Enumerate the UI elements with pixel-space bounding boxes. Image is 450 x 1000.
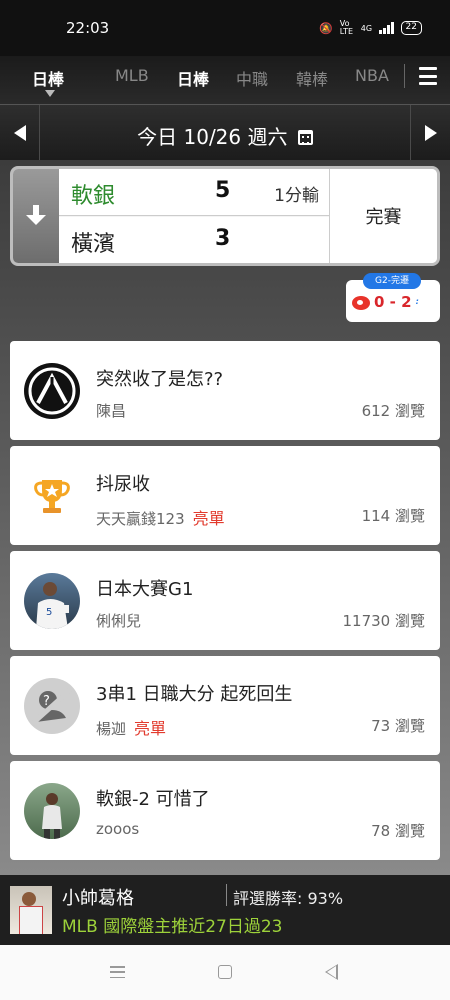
series-tag: G2-完遷 — [363, 273, 421, 289]
league-selector[interactable]: 日棒 — [32, 66, 64, 90]
status-time: 22:03 — [66, 19, 110, 37]
trophy-icon — [24, 468, 80, 524]
post-card[interactable]: 5 日本大賽G1 俐俐兒 11730 瀏覽 — [10, 551, 440, 650]
svg-text:5: 5 — [46, 607, 52, 618]
team-score: 5 — [215, 178, 231, 203]
series-score: 0 - 2 — [374, 293, 412, 311]
arrow-right-icon — [424, 125, 437, 141]
hot-tag: 亮單 — [192, 509, 225, 528]
team-row-home: 軟銀 5 1分輸 — [59, 169, 329, 216]
date-bar: 今日 10/26 週六 — [0, 104, 450, 161]
tab-cpbl[interactable]: 中職 — [236, 66, 268, 90]
tab-kbo[interactable]: 韓棒 — [296, 66, 328, 90]
player-avatar — [24, 783, 80, 839]
game-score-card[interactable]: 軟銀 5 1分輸 橫濱 3 完賽 — [10, 166, 440, 266]
content-area: 軟銀 5 1分輸 橫濱 3 完賽 G2-完遷 0 - 2 ꓽ 突然收了是怎?? … — [0, 160, 450, 875]
post-title: 3串1 日職大分 起死回生 — [96, 684, 293, 705]
status-bar: 22:03 🔕 Vo LTE 4G 22 — [0, 0, 450, 56]
next-date-button[interactable] — [410, 105, 450, 161]
date-picker[interactable]: 今日 10/26 週六 — [0, 121, 450, 150]
post-views: 114 瀏覽 — [361, 507, 425, 525]
arrow-down-icon — [26, 205, 46, 227]
post-title: 軟銀-2 可惜了 — [96, 789, 210, 810]
tipster-name: 小帥葛格 — [62, 888, 134, 909]
battery-icon: 22 — [400, 21, 422, 35]
expand-button[interactable] — [13, 169, 59, 263]
tab-npb[interactable]: 日棒 — [177, 66, 209, 90]
player-avatar: 5 — [24, 573, 80, 629]
post-card[interactable]: 突然收了是怎?? 陳昌 612 瀏覽 — [10, 341, 440, 440]
team-row-away: 橫濱 3 — [59, 217, 329, 263]
league-divider — [404, 64, 405, 88]
series-badge[interactable]: G2-完遷 0 - 2 ꓽ — [346, 273, 440, 322]
post-author: 陳昌 — [96, 402, 127, 420]
linkin-park-logo-icon — [24, 363, 80, 419]
league-dropdown-arrow-icon[interactable] — [45, 90, 55, 97]
post-card[interactable]: 抖尿收 天天贏錢123 亮單 114 瀏覽 — [10, 446, 440, 545]
team-logo-icon: ꓽ — [416, 297, 419, 306]
team-name: 軟銀 — [71, 184, 116, 209]
team-logo-icon — [352, 296, 370, 310]
system-nav-bar — [0, 945, 450, 1000]
post-card[interactable]: ? 3串1 日職大分 起死回生 楊迦 亮單 73 瀏覽 — [10, 656, 440, 755]
post-views: 78 瀏覽 — [371, 822, 425, 840]
post-title: 日本大賽G1 — [96, 579, 194, 600]
mute-icon: 🔕 — [319, 21, 333, 35]
signal-icon — [379, 22, 394, 34]
svg-text:?: ? — [43, 694, 50, 709]
tipster-avatar — [10, 886, 52, 934]
game-status: 完賽 — [329, 169, 437, 263]
post-author: zooos — [96, 820, 140, 838]
post-card[interactable]: 軟銀-2 可惜了 zooos 78 瀏覽 — [10, 761, 440, 860]
status-icons: 🔕 Vo LTE 4G 22 — [319, 20, 422, 36]
recent-apps-icon[interactable] — [110, 966, 125, 978]
spread-note: 1分輸 — [274, 186, 319, 206]
post-title: 突然收了是怎?? — [96, 369, 224, 390]
post-author: 俐俐兒 — [96, 612, 142, 630]
tab-mlb[interactable]: MLB — [115, 66, 149, 85]
league-bar: 日棒 MLB 日棒 中職 韓棒 NBA — [0, 56, 450, 104]
home-icon[interactable] — [218, 965, 232, 979]
hamburger-menu-icon[interactable] — [419, 67, 437, 85]
tab-nba[interactable]: NBA — [355, 66, 389, 85]
tipster-win-rate: 評選勝率: 93% — [233, 889, 344, 908]
volte-label: Vo LTE — [339, 19, 354, 36]
back-icon[interactable] — [325, 964, 338, 980]
post-title: 抖尿收 — [96, 474, 150, 495]
date-label: 今日 10/26 週六 — [137, 125, 288, 149]
calendar-icon — [297, 130, 313, 145]
post-views: 73 瀏覽 — [371, 717, 425, 735]
default-avatar-icon: ? — [24, 678, 80, 734]
promo-divider — [226, 884, 227, 906]
network-label: 4G — [360, 23, 373, 33]
tipster-promo-bar[interactable]: 小帥葛格 評選勝率: 93% MLB 國際盤主推近27日過23 — [0, 875, 450, 945]
team-name: 橫濱 — [71, 232, 116, 257]
team-score: 3 — [215, 226, 231, 251]
post-author: 天天贏錢123 亮單 — [96, 509, 225, 528]
post-views: 11730 瀏覽 — [342, 612, 426, 630]
post-author: 楊迦 亮單 — [96, 719, 167, 738]
post-views: 612 瀏覽 — [361, 402, 425, 420]
tipster-description: MLB 國際盤主推近27日過23 — [62, 917, 283, 937]
hot-tag: 亮單 — [134, 719, 167, 738]
